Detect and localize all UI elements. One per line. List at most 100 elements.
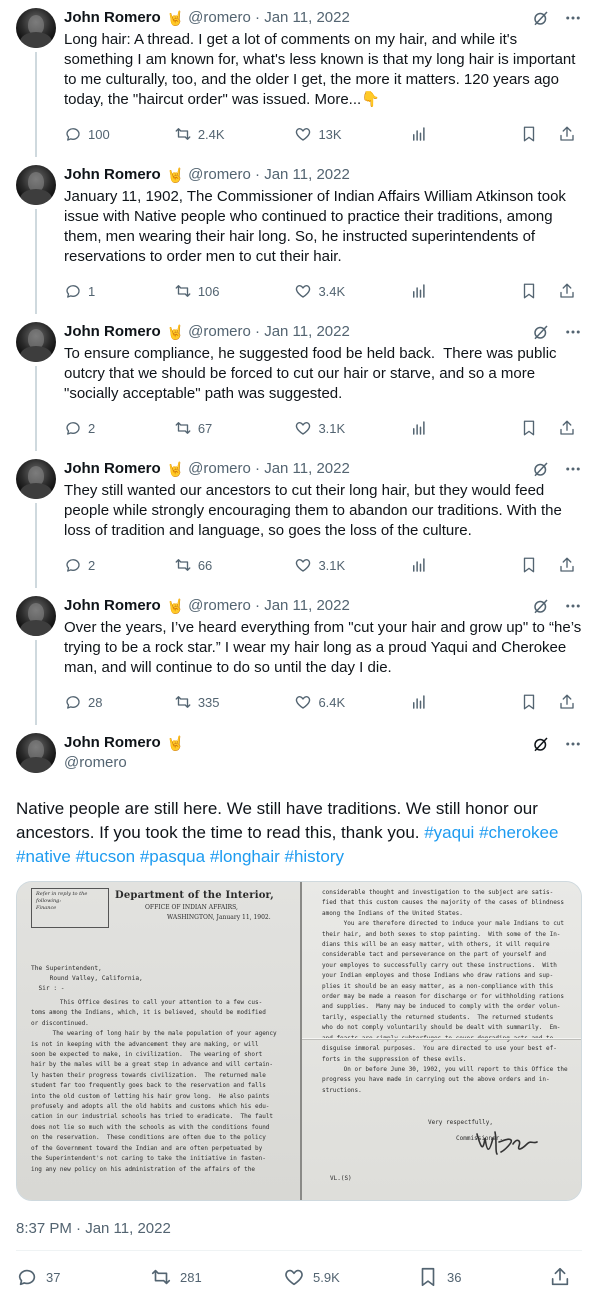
views-button[interactable] [410, 556, 520, 574]
hashtag-link[interactable]: #pasqua [140, 847, 205, 866]
author-name[interactable]: John Romero [64, 322, 161, 342]
tweet-text: They still wanted our ancestors to cut t… [64, 482, 566, 539]
grok-icon[interactable] [532, 597, 550, 615]
grok-icon[interactable] [532, 323, 550, 341]
share-button[interactable] [558, 419, 582, 437]
hashtag-link[interactable]: #native [16, 847, 71, 866]
share-button[interactable] [558, 693, 582, 711]
avatar[interactable] [16, 8, 56, 48]
author-name[interactable]: John Romero [64, 596, 161, 616]
reply-button[interactable]: 28 [64, 693, 174, 711]
retweet-button[interactable]: 67 [174, 419, 295, 437]
share-button[interactable] [549, 1266, 579, 1288]
hashtag-link[interactable]: #tucson [76, 847, 136, 866]
share-icon [560, 126, 574, 141]
bookmark-icon [523, 694, 535, 710]
share-button[interactable] [558, 556, 582, 574]
retweet-count: 106 [197, 283, 220, 299]
like-button[interactable]: 6.4K [294, 693, 410, 711]
like-button[interactable]: 13K [294, 125, 410, 143]
more-icon[interactable] [564, 323, 582, 341]
bookmark-icon [523, 283, 535, 299]
author-name[interactable]: John Romero [64, 459, 161, 479]
bookmark-button[interactable] [520, 282, 544, 300]
thread-tweet[interactable]: John Romero 🤘 @romero · Jan 11, 2022 Lon… [0, 0, 598, 157]
reply-count: 100 [88, 126, 110, 142]
main-tweet-text: Native people are still here. We still h… [16, 797, 582, 869]
reply-count: 2 [88, 420, 96, 436]
reply-icon [66, 128, 80, 141]
reply-button[interactable]: 37 [16, 1266, 150, 1288]
handle-and-date[interactable]: @romero · Jan 11, 2022 [188, 8, 350, 28]
views-button[interactable] [410, 419, 520, 437]
more-icon[interactable] [564, 735, 582, 753]
reply-button[interactable]: 100 [64, 125, 174, 143]
tweet-timestamp[interactable]: 8:37 PM · Jan 11, 2022 [16, 1219, 582, 1251]
views-button[interactable] [410, 282, 520, 300]
like-button[interactable]: 5.9K [283, 1266, 417, 1288]
author-name[interactable]: John Romero [64, 165, 161, 185]
handle-and-date[interactable]: @romero · Jan 11, 2022 [188, 596, 350, 616]
thread: John Romero 🤘 @romero · Jan 11, 2022 Lon… [0, 0, 598, 1294]
share-button[interactable] [558, 125, 582, 143]
like-button[interactable]: 3.4K [294, 282, 410, 300]
author-name[interactable]: John Romero [64, 8, 161, 28]
handle-and-date[interactable]: @romero · Jan 11, 2022 [188, 459, 350, 479]
retweet-count: 335 [197, 694, 220, 710]
avatar[interactable] [16, 733, 56, 773]
reply-button[interactable]: 2 [64, 419, 174, 437]
like-button[interactable]: 3.1K [294, 419, 410, 437]
grok-icon[interactable] [532, 9, 550, 27]
bookmark-button[interactable] [520, 693, 544, 711]
author-name[interactable]: John Romero 🤘 [64, 733, 188, 753]
more-icon[interactable] [564, 9, 582, 27]
views-button[interactable] [410, 125, 520, 143]
reply-button[interactable]: 1 [64, 282, 174, 300]
grok-icon[interactable] [532, 735, 550, 753]
thread-connector-line [35, 366, 37, 451]
hashtag-link[interactable]: #cherokee [479, 823, 558, 842]
grok-icon[interactable] [532, 460, 550, 478]
retweet-button[interactable]: 106 [174, 282, 295, 300]
avatar[interactable] [16, 165, 56, 205]
views-button[interactable] [410, 693, 520, 711]
reply-count: 2 [88, 557, 96, 573]
rock-hand-emoji: 🤘 [166, 735, 185, 751]
retweet-icon [175, 559, 191, 571]
bookmark-button[interactable] [520, 125, 544, 143]
page-fold-line [302, 1038, 581, 1039]
thread-tweet[interactable]: John Romero 🤘 @romero · Jan 11, 2022 The… [0, 451, 598, 588]
hashtag-link[interactable]: #longhair [210, 847, 280, 866]
handle-and-date[interactable]: @romero · Jan 11, 2022 [188, 322, 350, 342]
thread-tweet[interactable]: John Romero 🤘 @romero · Jan 11, 2022 Ove… [0, 588, 598, 725]
bookmark-button[interactable] [520, 419, 544, 437]
bookmark-button[interactable] [520, 556, 544, 574]
avatar[interactable] [16, 322, 56, 362]
retweet-button[interactable]: 2.4K [174, 125, 295, 143]
thread-tweet[interactable]: John Romero 🤘 @romero · Jan 11, 2022 To … [0, 314, 598, 451]
tweet-actions: 100 2.4K 13K [64, 114, 582, 154]
like-button[interactable]: 3.1K [294, 556, 410, 574]
share-icon [560, 694, 574, 709]
retweet-button[interactable]: 335 [174, 693, 295, 711]
avatar[interactable] [16, 459, 56, 499]
bookmark-button[interactable]: 36 [417, 1266, 543, 1288]
reply-button[interactable]: 2 [64, 556, 174, 574]
hashtag-link[interactable]: #yaqui [424, 823, 474, 842]
more-icon[interactable] [564, 460, 582, 478]
document-page-right: considerable thought and investigation t… [302, 882, 581, 1200]
hashtag-link[interactable]: #history [285, 847, 345, 866]
bookmark-icon [523, 126, 535, 142]
thread-tweet[interactable]: John Romero 🤘 @romero · Jan 11, 2022 Jan… [0, 157, 598, 314]
tweet-actions: 28 335 6.4K [64, 682, 582, 722]
author-handle[interactable]: @romero [64, 753, 188, 773]
handle-and-date[interactable]: @romero · Jan 11, 2022 [188, 165, 350, 185]
more-icon[interactable] [564, 597, 582, 615]
retweet-button[interactable]: 66 [174, 556, 295, 574]
document-body-left: This Office desires to call your attenti… [31, 999, 277, 1173]
avatar[interactable] [16, 596, 56, 636]
share-button[interactable] [558, 282, 582, 300]
attached-document-image[interactable]: Refer in reply to the following: Finance… [16, 881, 582, 1201]
retweet-button[interactable]: 281 [150, 1266, 283, 1288]
tweet-actions: 2 66 3.1K [64, 545, 582, 585]
